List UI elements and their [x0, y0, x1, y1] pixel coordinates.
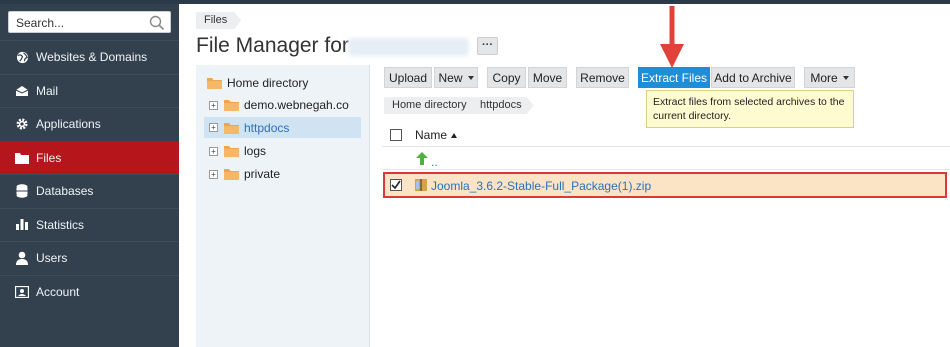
gear-icon — [15, 117, 29, 131]
column-name-label: Name — [415, 128, 448, 142]
folder-icon — [224, 169, 239, 180]
tree-item-label: private — [244, 167, 281, 181]
chevron-down-icon — [842, 75, 849, 80]
user-icon — [15, 251, 29, 266]
page-title: File Manager for — [196, 34, 349, 57]
path-crumb-httpdocs[interactable]: httpdocs — [472, 97, 534, 114]
account-icon — [15, 285, 29, 299]
column-header-name[interactable]: Name — [415, 128, 458, 142]
tree-root[interactable]: Home directory — [207, 75, 308, 91]
folder-icon — [224, 100, 239, 111]
expand-icon[interactable]: + — [209, 146, 218, 156]
sidebar-item-label: Account — [36, 284, 80, 299]
sidebar-item-databases[interactable]: Databases — [0, 174, 179, 208]
parent-directory-link[interactable]: .. — [431, 155, 438, 169]
checkmark-icon — [391, 180, 401, 190]
arrow-down-icon — [660, 6, 684, 68]
tooltip: Extract files from selected archives to … — [646, 90, 854, 128]
sidebar-item-account[interactable]: Account — [0, 274, 179, 309]
parent-directory-row[interactable] — [416, 152, 428, 165]
expand-icon[interactable]: + — [209, 169, 218, 179]
tree-root-label: Home directory — [227, 76, 309, 90]
expand-icon[interactable]: + — [209, 100, 218, 110]
more-options-button[interactable]: ··· — [477, 37, 498, 55]
tree-item-httpdocs[interactable]: + httpdocs — [204, 117, 361, 138]
expand-icon[interactable]: + — [209, 123, 218, 132]
sidebar-item-label: Applications — [36, 117, 101, 132]
tree-item-label: logs — [244, 144, 267, 158]
sidebar-item-label: Websites & Domains — [36, 50, 148, 65]
sidebar-item-label: Mail — [36, 83, 59, 98]
file-name-link[interactable]: Joomla_3.6.2-Stable-Full_Package(1).zip — [431, 179, 651, 193]
sidebar: Search... Websites & Domains Mail Applic… — [0, 4, 179, 347]
sidebar-item-applications[interactable]: Applications — [0, 107, 179, 141]
globe-icon — [15, 50, 29, 64]
sidebar-item-mail[interactable]: Mail — [0, 73, 179, 108]
folder-icon — [15, 151, 29, 165]
sidebar-item-label: Databases — [36, 184, 94, 199]
select-all-checkbox[interactable] — [390, 129, 402, 141]
move-button[interactable]: Move — [528, 67, 567, 88]
new-button[interactable]: New — [434, 67, 478, 88]
folder-icon — [224, 146, 239, 157]
divider — [382, 146, 950, 147]
add-to-archive-button[interactable]: Add to Archive — [711, 67, 795, 88]
new-button-label: New — [438, 70, 463, 85]
sidebar-item-users[interactable]: Users — [0, 241, 179, 275]
sidebar-item-label: Users — [36, 251, 68, 266]
search-placeholder: Search... — [16, 16, 65, 30]
folder-icon — [207, 78, 222, 89]
sidebar-nav: Websites & Domains Mail Applications Fil… — [0, 40, 179, 308]
tree-item-label: demo.webnegah.co — [244, 98, 349, 112]
divider — [382, 169, 950, 170]
folder-icon — [224, 122, 239, 134]
more-button-label: More — [810, 70, 838, 85]
tree-item-demo[interactable]: + demo.webnegah.co — [209, 97, 349, 113]
sidebar-item-statistics[interactable]: Statistics — [0, 207, 179, 242]
more-button[interactable]: More — [804, 67, 855, 88]
redacted-domain — [348, 38, 469, 56]
remove-button[interactable]: Remove — [576, 67, 629, 88]
database-icon — [15, 184, 29, 198]
breadcrumb[interactable]: Files — [196, 12, 241, 29]
sidebar-item-label: Files — [36, 150, 62, 165]
chevron-down-icon — [467, 75, 474, 80]
row-checkbox[interactable] — [390, 179, 402, 191]
extract-files-button[interactable]: Extract Files — [638, 67, 710, 88]
upload-button[interactable]: Upload — [384, 67, 432, 88]
bar-chart-icon — [15, 218, 29, 232]
search-icon[interactable] — [149, 15, 165, 31]
tree-item-logs[interactable]: + logs — [209, 143, 266, 159]
sort-ascending-icon — [451, 133, 458, 139]
sidebar-item-websites-domains[interactable]: Websites & Domains — [0, 40, 179, 74]
sidebar-item-files[interactable]: Files — [0, 140, 179, 174]
tree-item-label: httpdocs — [244, 120, 290, 135]
zip-file-icon — [415, 179, 427, 191]
mail-icon — [15, 84, 29, 98]
tree-item-private[interactable]: + private — [209, 166, 280, 182]
path-crumb-home[interactable]: Home directory — [384, 97, 479, 114]
copy-button[interactable]: Copy — [487, 67, 526, 88]
search-input[interactable]: Search... — [8, 11, 171, 33]
sidebar-item-label: Statistics — [36, 217, 85, 232]
arrow-up-icon — [416, 152, 428, 165]
